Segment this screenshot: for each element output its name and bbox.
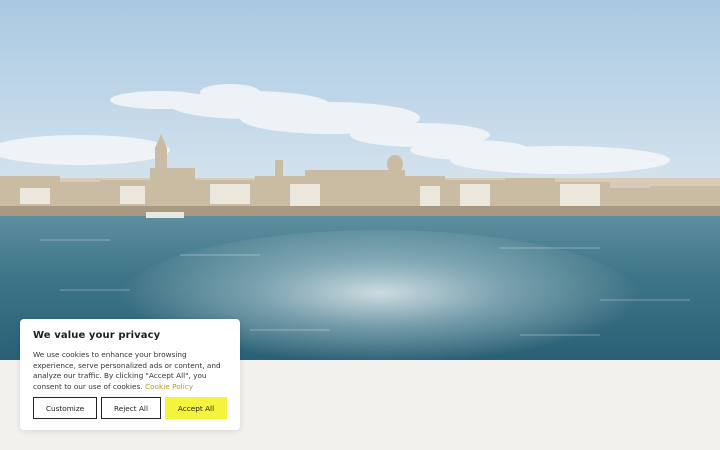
reject-all-button[interactable]: Reject All: [101, 397, 161, 419]
cookie-policy-link[interactable]: Cookie Policy: [145, 382, 193, 391]
accept-all-button[interactable]: Accept All: [165, 397, 227, 419]
customize-button[interactable]: Customize: [33, 397, 97, 419]
hero-image: [0, 0, 720, 360]
cookie-banner-buttons: Customize Reject All Accept All: [33, 397, 227, 419]
cookie-banner-title: We value your privacy: [33, 330, 161, 341]
cookie-consent-banner: We value your privacy We use cookies to …: [20, 319, 240, 430]
seascape-photo: [0, 0, 720, 360]
cookie-banner-text: We use cookies to enhance your browsing …: [33, 350, 227, 392]
page: We value your privacy We use cookies to …: [0, 0, 720, 450]
